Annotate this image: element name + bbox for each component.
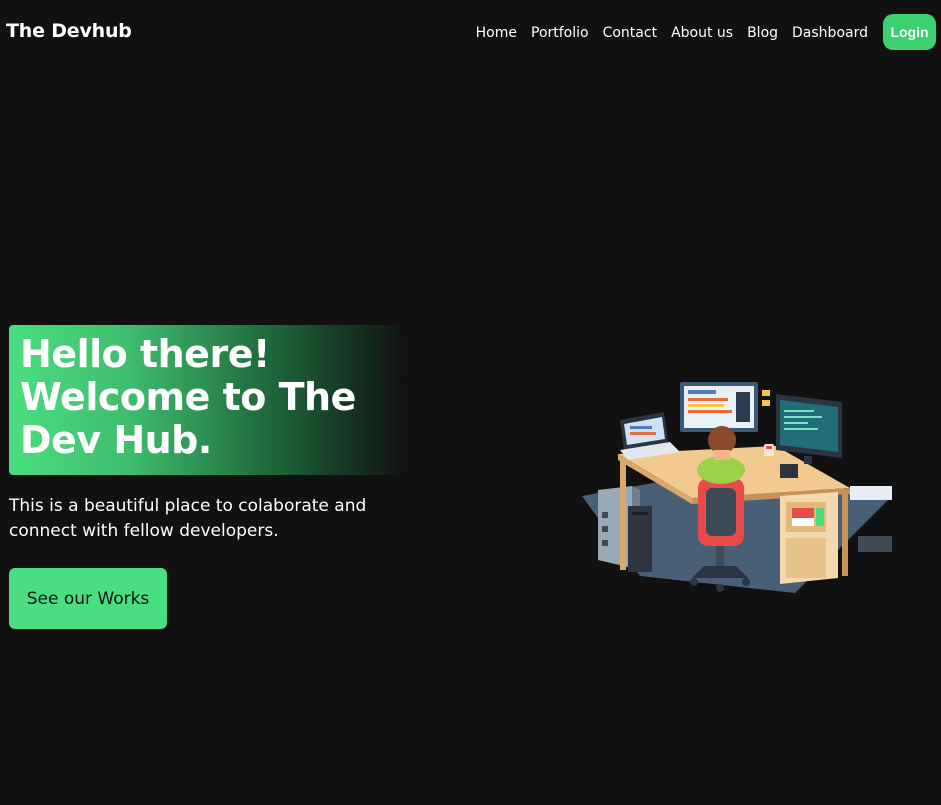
see-our-works-button[interactable]: See our Works xyxy=(9,568,167,629)
hero-title: Hello there! Welcome to The Dev Hub. xyxy=(20,333,394,462)
nav-links: Home Portfolio Contact About us Blog Das… xyxy=(476,23,868,43)
nav-link-home[interactable]: Home xyxy=(476,25,517,41)
hero-title-line-2: Welcome to The xyxy=(20,375,356,419)
nav-link-about[interactable]: About us xyxy=(671,25,733,41)
hero-title-line-3: Dev Hub. xyxy=(20,418,212,462)
nav-link-contact[interactable]: Contact xyxy=(603,25,657,41)
hero-title-box: Hello there! Welcome to The Dev Hub. xyxy=(9,325,405,475)
developer-desk-illustration xyxy=(582,382,892,593)
person-head xyxy=(708,426,736,454)
site-logo[interactable]: The Devhub xyxy=(6,20,132,42)
hero-subtitle: This is a beautiful place to colaborate … xyxy=(9,496,367,541)
login-button[interactable]: Login xyxy=(883,14,936,50)
person-body xyxy=(697,456,745,484)
nav-link-portfolio[interactable]: Portfolio xyxy=(531,25,589,41)
hero-title-line-1: Hello there! xyxy=(20,332,270,376)
nav-link-dashboard[interactable]: Dashboard xyxy=(792,25,868,41)
navbar: The Devhub Home Portfolio Contact About … xyxy=(0,0,941,64)
nav-link-blog[interactable]: Blog xyxy=(747,25,778,41)
pc-tower xyxy=(628,506,652,572)
